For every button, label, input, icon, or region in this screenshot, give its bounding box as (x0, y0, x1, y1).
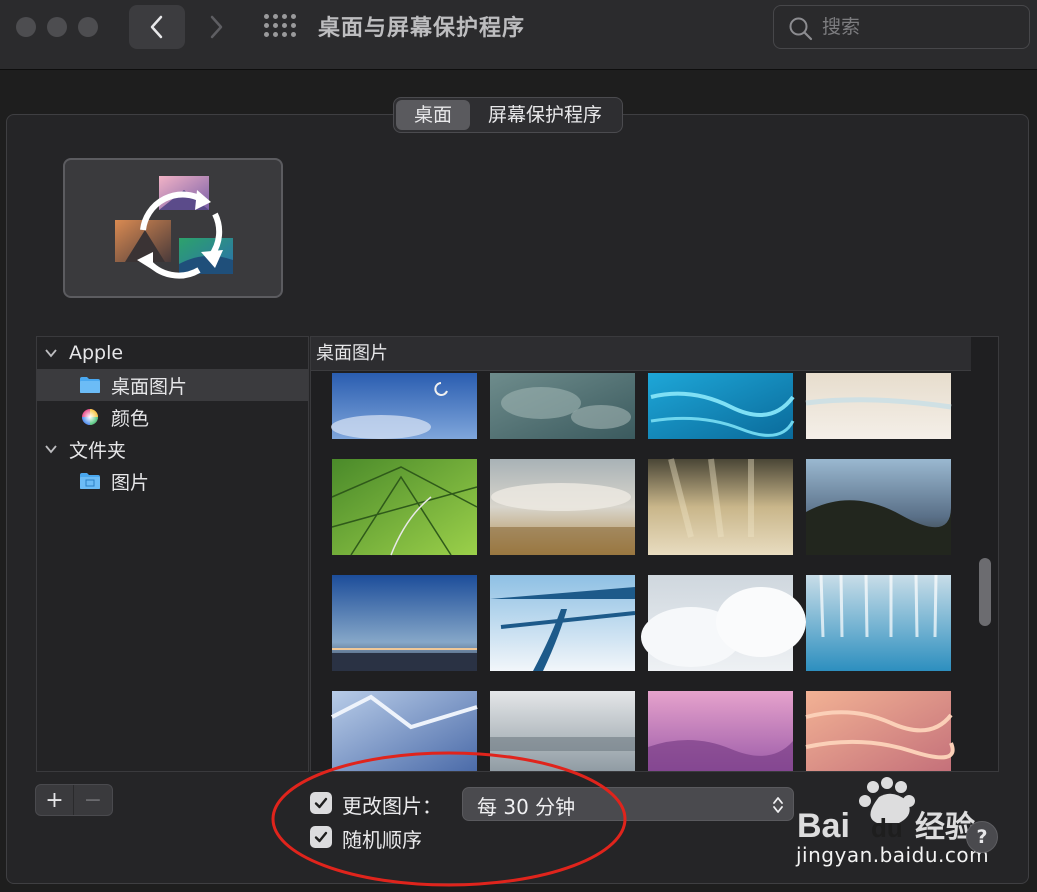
wallpaper-thumbnail[interactable] (490, 575, 636, 671)
wallpaper-gallery: 桌面图片 (310, 336, 999, 772)
wallpaper-thumbnail[interactable] (648, 458, 793, 555)
svg-text:du: du (871, 813, 903, 843)
svg-text:Bai: Bai (797, 807, 850, 845)
title-bar: 桌面与屏幕保护程序 (0, 0, 1037, 70)
source-group-label: Apple (69, 342, 124, 364)
source-group-folders[interactable]: 文件夹 (37, 433, 308, 465)
wallpaper-thumbnail[interactable] (641, 575, 806, 671)
source-item-colors[interactable]: 颜色 (37, 401, 308, 433)
folder-icon (80, 377, 100, 393)
wallpaper-thumbnail[interactable] (490, 373, 635, 439)
chevron-down-icon (45, 445, 57, 454)
close-window-button[interactable] (16, 17, 36, 37)
source-group-label: 文件夹 (69, 439, 127, 462)
source-item-label: 图片 (111, 471, 150, 494)
wallpaper-thumbnail[interactable] (332, 575, 477, 671)
wallpaper-thumbnail[interactable] (648, 373, 795, 439)
show-all-grid-icon[interactable] (264, 14, 296, 40)
red-annotation-circle (271, 751, 627, 887)
watermark-url: jingyan.baidu.com (796, 843, 990, 867)
pictures-folder-icon (80, 473, 100, 489)
tab-desktop[interactable]: 桌面 (396, 100, 471, 130)
gallery-scrollbar[interactable] (979, 558, 991, 626)
color-wheel-icon (82, 409, 98, 425)
source-list: Apple 桌面图片 颜色 文件夹 图片 (36, 336, 309, 772)
up-down-chevron-icon (773, 797, 783, 813)
source-group-apple[interactable]: Apple (37, 337, 308, 369)
window-title: 桌面与屏幕保护程序 (318, 16, 526, 41)
current-wallpaper-preview (63, 158, 283, 298)
chevron-down-icon (45, 349, 57, 358)
wallpaper-thumbnail[interactable] (805, 373, 952, 439)
wallpaper-thumbnail[interactable] (331, 373, 477, 439)
source-item-pictures[interactable]: 图片 (37, 465, 308, 497)
chevron-left-icon (150, 15, 163, 39)
source-item-label: 颜色 (111, 407, 150, 430)
wallpaper-thumbnail[interactable] (490, 459, 635, 555)
wallpaper-grid (331, 373, 955, 772)
back-button[interactable] (129, 5, 185, 49)
gallery-header: 桌面图片 (311, 337, 971, 371)
source-item-label: 桌面图片 (111, 375, 188, 398)
search-icon (789, 17, 813, 41)
chevron-right-icon (210, 15, 223, 39)
remove-folder-button[interactable]: − (74, 785, 112, 815)
wallpaper-thumbnail[interactable] (805, 691, 955, 772)
wallpaper-thumbnail[interactable] (331, 459, 478, 556)
wallpaper-thumbnail[interactable] (648, 691, 793, 772)
rotating-pictures-icon (115, 176, 233, 279)
zoom-window-button[interactable] (78, 17, 98, 37)
tab-screensaver[interactable]: 屏幕保护程序 (470, 100, 620, 130)
search-input[interactable] (822, 14, 1012, 40)
add-folder-button[interactable]: + (36, 785, 75, 815)
tab-control: 桌面 屏幕保护程序 (393, 97, 624, 133)
search-field[interactable] (773, 5, 1030, 49)
help-button[interactable]: ? (966, 821, 998, 853)
source-item-desktop-pictures[interactable]: 桌面图片 (37, 369, 308, 401)
minimize-window-button[interactable] (47, 17, 67, 37)
wallpaper-thumbnail[interactable] (806, 459, 951, 555)
wallpaper-thumbnail[interactable] (806, 574, 951, 671)
forward-button[interactable] (188, 5, 244, 49)
add-remove-control: + − (35, 784, 113, 816)
